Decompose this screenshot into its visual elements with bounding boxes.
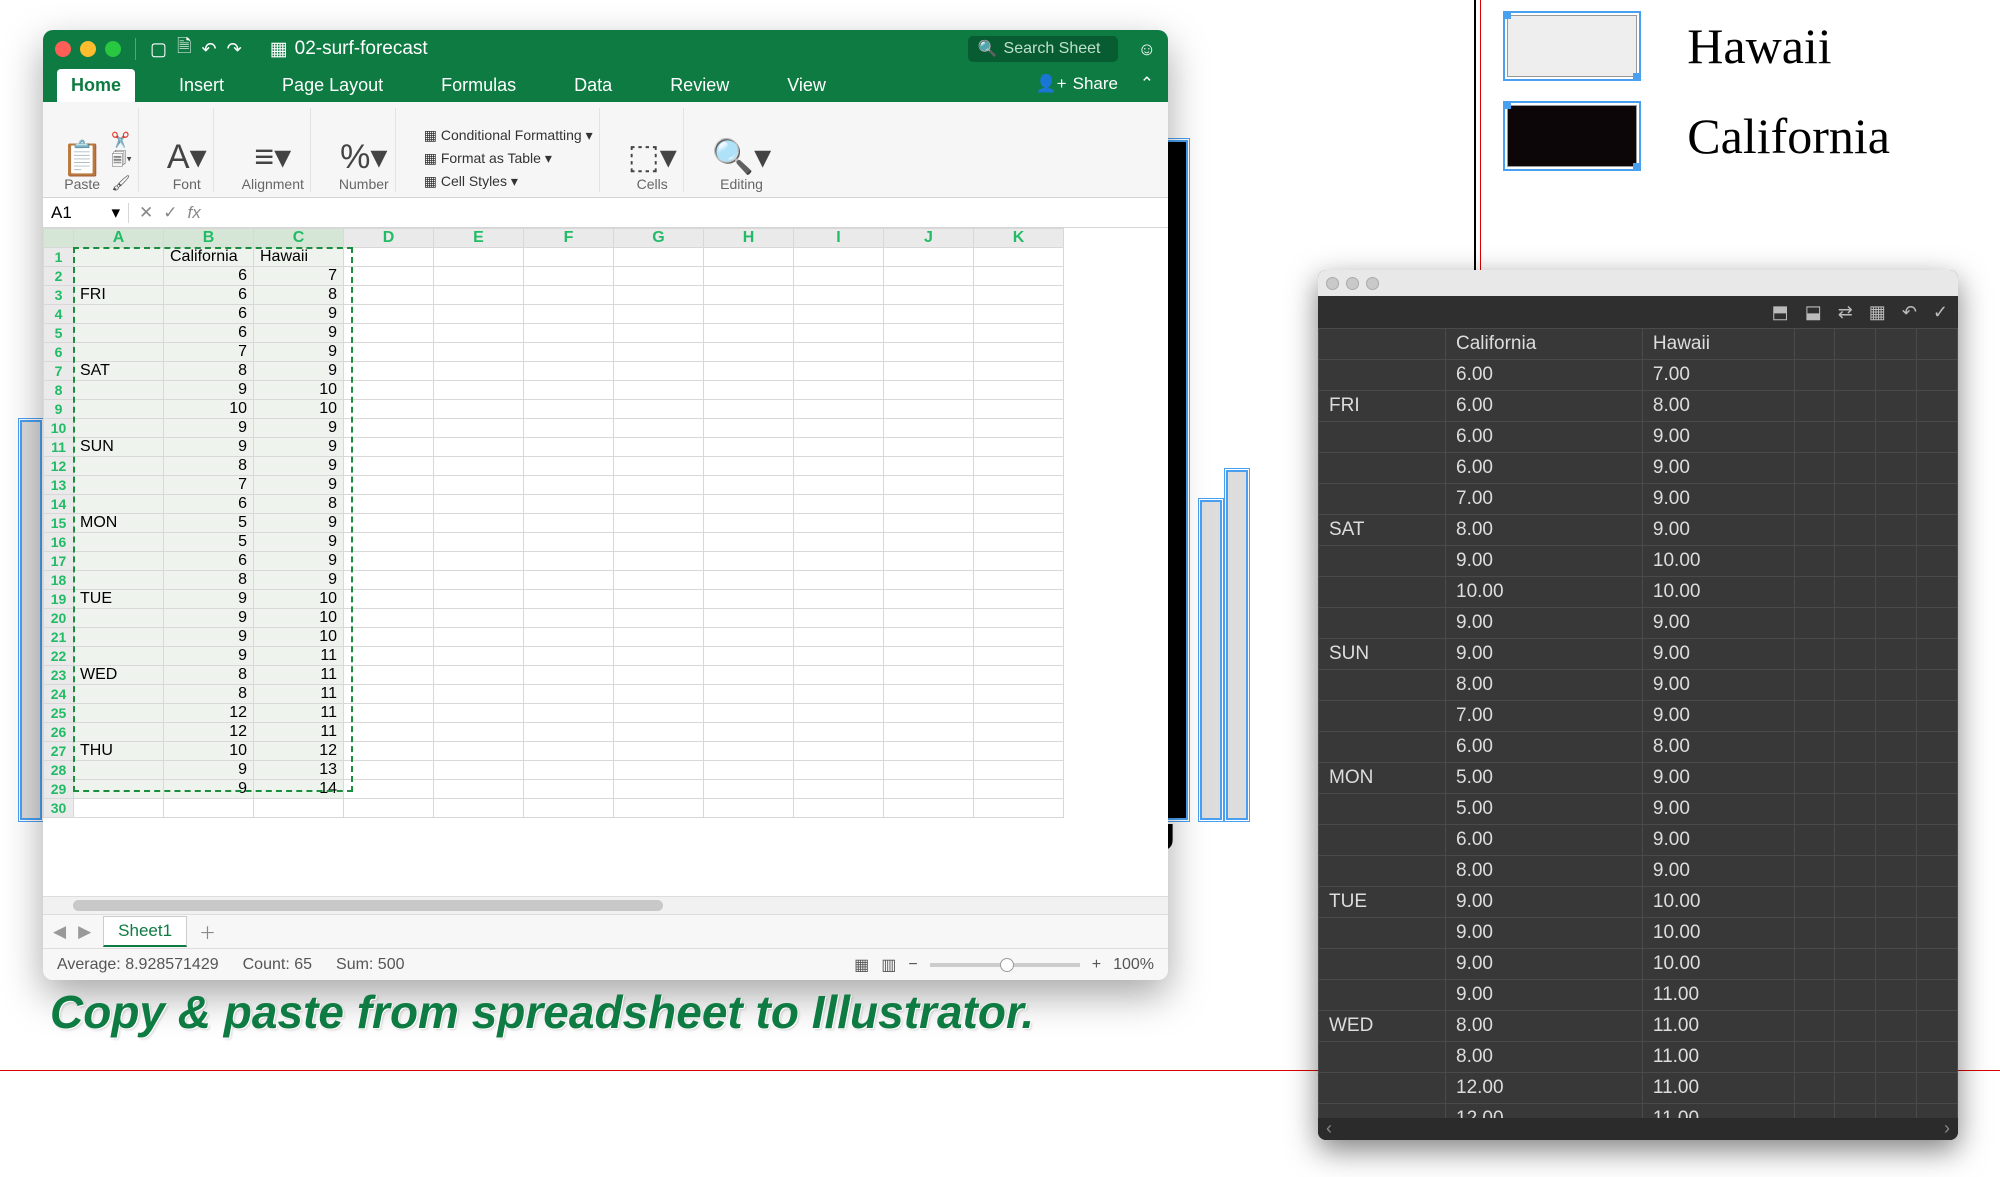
zoom-level: 100% (1113, 956, 1154, 974)
zoom-in-icon[interactable]: + (1092, 956, 1101, 974)
status-sum: Sum: 500 (336, 956, 404, 974)
add-sheet-icon[interactable]: ＋ (199, 919, 216, 944)
scrollbar-thumb[interactable] (73, 900, 663, 911)
panel-grid[interactable]: CaliforniaHawaii6.007.00FRI6.008.006.009… (1318, 328, 1958, 1118)
tab-home[interactable]: Home (57, 69, 135, 102)
redo-icon[interactable]: ↷ (227, 39, 242, 60)
tab-page-layout[interactable]: Page Layout (268, 69, 397, 102)
tab-formulas[interactable]: Formulas (427, 69, 530, 102)
ribbon-group-font: A▾ Font (161, 108, 214, 192)
illustrator-graph-data-panel[interactable]: ⬒ ⬓ ⇄ ▦ ↶ ✓ CaliforniaHawaii6.007.00FRI6… (1318, 270, 1958, 1140)
number-label: Number (339, 176, 389, 192)
font-icon[interactable]: A▾ (167, 140, 207, 174)
switch-xy-icon[interactable]: ⇄ (1838, 302, 1853, 323)
transpose-icon[interactable]: ⬓ (1805, 302, 1822, 323)
sheet-tab[interactable]: Sheet1 (103, 916, 187, 947)
minimize-icon[interactable] (80, 41, 96, 57)
horizontal-scrollbar[interactable] (43, 896, 1168, 914)
status-count: Count: 65 (243, 956, 312, 974)
excel-window: ▢ 🗎 ↶ ↷ ▦ 02-surf-forecast 🔍 Search Shee… (43, 30, 1168, 980)
legend-swatch-california[interactable] (1507, 105, 1637, 167)
legend-label-hawaii: Hawaii (1687, 17, 1831, 75)
cut-icon[interactable]: ✂️ (111, 131, 130, 149)
zoom-slider[interactable] (930, 963, 1080, 967)
ribbon-group-cells: ⬚▾ Cells (622, 108, 684, 192)
font-label: Font (173, 176, 201, 192)
panel-footer: ‹› (1318, 1118, 1958, 1140)
tab-view[interactable]: View (773, 69, 840, 102)
panel-minimize-icon[interactable] (1346, 277, 1359, 290)
chevron-down-icon[interactable]: ▾ (111, 203, 120, 223)
sheet-nav-prev-icon[interactable]: ◀ (53, 922, 66, 942)
panel-maximize-icon[interactable] (1366, 277, 1379, 290)
legend-label-california: California (1687, 107, 1890, 165)
window-controls[interactable] (55, 41, 121, 57)
zoom-out-icon[interactable]: − (908, 956, 917, 974)
cell-style-icon[interactable]: ▦ (1869, 302, 1886, 323)
fx-label[interactable]: fx (188, 203, 201, 223)
ribbon: 📋 Paste ✂️ 🗐▾ 🖌 A▾ Font ≡▾ Alignment %▾ … (43, 102, 1168, 198)
formula-bar: A1▾ ✕ ✓ fx (43, 198, 1168, 228)
conditional-formatting-button[interactable]: ▦ Conditional Formatting ▾ (424, 125, 593, 146)
tab-data[interactable]: Data (560, 69, 626, 102)
sheet-tabs: ◀ ▶ Sheet1 ＋ (43, 914, 1168, 948)
import-data-icon[interactable]: ⬒ (1772, 302, 1789, 323)
share-button[interactable]: 👤+Share (1036, 74, 1118, 94)
alignment-icon[interactable]: ≡▾ (254, 140, 291, 174)
cell-styles-button[interactable]: ▦ Cell Styles ▾ (424, 171, 518, 192)
tab-insert[interactable]: Insert (165, 69, 238, 102)
panel-titlebar[interactable] (1318, 270, 1958, 296)
feedback-icon[interactable]: ☺ (1138, 39, 1156, 60)
status-average: Average: 8.928571429 (57, 956, 219, 974)
excel-file-icon: ▦ (270, 38, 288, 61)
search-input[interactable]: 🔍 Search Sheet (968, 36, 1118, 62)
close-icon[interactable] (55, 41, 71, 57)
titlebar[interactable]: ▢ 🗎 ↶ ↷ ▦ 02-surf-forecast 🔍 Search Shee… (43, 30, 1168, 68)
view-page-icon[interactable]: ▥ (881, 955, 896, 975)
spreadsheet-grid[interactable]: ABCDEFGHIJK1CaliforniaHawaii2673FRI68469… (43, 228, 1168, 896)
undo-icon[interactable]: ↶ (202, 39, 217, 60)
panel-toolbar: ⬒ ⬓ ⇄ ▦ ↶ ✓ (1318, 296, 1958, 328)
format-painter-icon[interactable]: 🖌 (111, 174, 130, 192)
collapse-ribbon-icon[interactable]: ⌃ (1140, 74, 1154, 94)
instruction-caption: Copy & paste from spreadsheet to Illustr… (50, 985, 1034, 1039)
editing-label: Editing (720, 176, 763, 192)
alignment-label: Alignment (242, 176, 304, 192)
cells-icon[interactable]: ⬚▾ (628, 140, 677, 174)
accept-formula-icon[interactable]: ✓ (163, 203, 177, 223)
search-icon: 🔍 (978, 39, 998, 59)
paste-icon[interactable]: 📋 (61, 142, 103, 176)
document-title-text: 02-surf-forecast (295, 38, 428, 60)
save-icon[interactable]: ▢ (150, 39, 167, 60)
copy-icon[interactable]: 🗐▾ (111, 149, 132, 174)
number-icon[interactable]: %▾ (340, 140, 387, 174)
apply-icon[interactable]: ✓ (1933, 302, 1948, 323)
panel-close-icon[interactable] (1326, 277, 1339, 290)
cancel-formula-icon[interactable]: ✕ (139, 203, 153, 223)
cells-label: Cells (637, 176, 668, 192)
tab-review[interactable]: Review (656, 69, 743, 102)
editing-icon[interactable]: 🔍▾ (712, 140, 771, 174)
ribbon-group-styles: ▦ Conditional Formatting ▾ ▦ Format as T… (418, 108, 600, 192)
autosave-icon[interactable]: 🗎 (177, 34, 191, 64)
search-placeholder: Search Sheet (1004, 40, 1101, 58)
revert-icon[interactable]: ↶ (1902, 302, 1917, 323)
ribbon-group-number: %▾ Number (333, 108, 396, 192)
view-normal-icon[interactable]: ▦ (854, 955, 869, 975)
ribbon-group-editing: 🔍▾ Editing (706, 108, 777, 192)
status-bar: Average: 8.928571429 Count: 65 Sum: 500 … (43, 948, 1168, 980)
share-icon: 👤+ (1036, 74, 1067, 94)
document-title: ▦ 02-surf-forecast (270, 38, 428, 61)
paste-label: Paste (64, 176, 100, 192)
legend-swatch-hawaii[interactable] (1507, 15, 1637, 77)
ribbon-group-alignment: ≡▾ Alignment (236, 108, 311, 192)
ribbon-tabs: Home Insert Page Layout Formulas Data Re… (43, 68, 1168, 102)
sheet-nav-next-icon[interactable]: ▶ (78, 922, 91, 942)
maximize-icon[interactable] (105, 41, 121, 57)
name-box[interactable]: A1▾ (43, 203, 129, 223)
chart-legend: Hawaii California (1507, 15, 1890, 195)
format-as-table-button[interactable]: ▦ Format as Table ▾ (424, 148, 552, 169)
ribbon-group-clipboard: 📋 Paste ✂️ 🗐▾ 🖌 (55, 108, 139, 192)
